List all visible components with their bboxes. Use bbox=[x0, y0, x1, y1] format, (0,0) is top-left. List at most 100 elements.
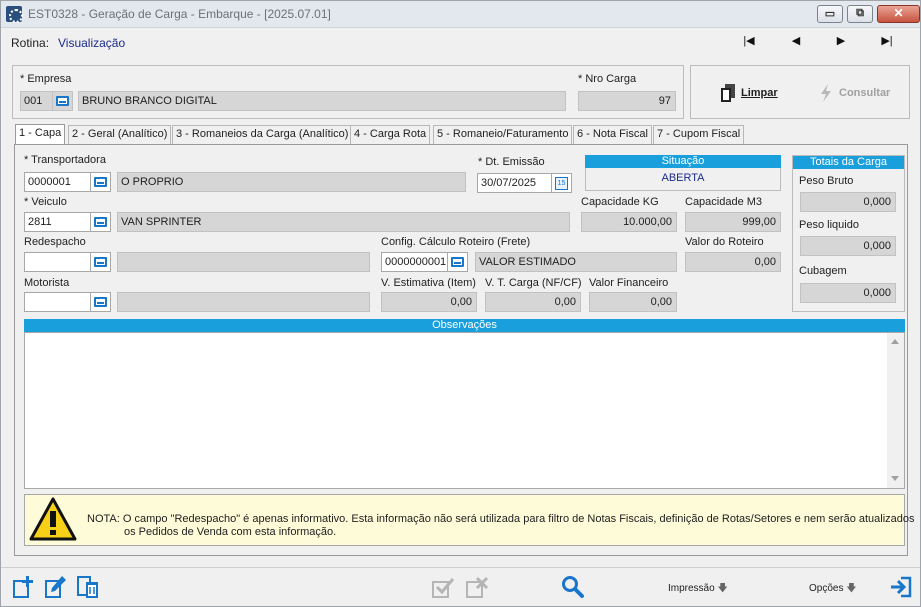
search-icon[interactable] bbox=[561, 575, 585, 599]
capacidade-m3-field: 999,00 bbox=[685, 212, 781, 232]
calendar-button[interactable]: 15 bbox=[552, 173, 572, 193]
cubagem-field: 0,000 bbox=[800, 283, 896, 303]
prev-icon: ◀ bbox=[791, 35, 801, 47]
redespacho-label: Redespacho bbox=[24, 236, 86, 248]
cancel-icon[interactable] bbox=[465, 575, 489, 599]
redespacho-code-field[interactable] bbox=[24, 252, 91, 272]
motorista-name-field bbox=[117, 292, 370, 312]
veiculo-lookup-button[interactable] bbox=[91, 212, 111, 232]
veiculo-code-field[interactable]: 2811 bbox=[24, 212, 91, 232]
observacoes-scrollbar[interactable] bbox=[887, 333, 904, 488]
config-calculo-name-field: VALOR ESTIMADO bbox=[475, 252, 677, 272]
motorista-code-field[interactable] bbox=[24, 292, 91, 312]
consultar-button[interactable]: Consultar bbox=[819, 83, 891, 103]
tab-geral-analitico[interactable]: 2 - Geral (Analítico) bbox=[68, 125, 172, 144]
veiculo-name-field: VAN SPRINTER bbox=[117, 212, 570, 232]
capacidade-kg-field: 10.000,00 bbox=[581, 212, 677, 232]
consultar-label: Consultar bbox=[839, 87, 891, 99]
capacidade-m3-label: Capacidade M3 bbox=[685, 196, 763, 208]
close-button[interactable]: ✕ bbox=[877, 5, 920, 23]
tab-romaneios-carga[interactable]: 3 - Romaneios da Carga (Analítico) bbox=[172, 125, 353, 144]
scroll-down-icon[interactable] bbox=[891, 476, 899, 481]
minimize-button[interactable]: ▭ bbox=[817, 5, 843, 23]
dt-emissao-label: * Dt. Emissão bbox=[478, 156, 545, 168]
situacao-value: ABERTA bbox=[585, 168, 781, 191]
last-record-button[interactable]: ▶| bbox=[877, 34, 897, 50]
veiculo-label: * Veiculo bbox=[24, 196, 67, 208]
toolbar-divider bbox=[1, 567, 920, 568]
main-window: EST0328 - Geração de Carga - Embarque - … bbox=[0, 0, 921, 607]
next-icon: ▶ bbox=[836, 35, 846, 47]
motorista-lookup-button[interactable] bbox=[91, 292, 111, 312]
confirm-icon[interactable] bbox=[431, 575, 455, 599]
folder-icon bbox=[451, 257, 464, 267]
tab-cupom-fiscal[interactable]: 7 - Cupom Fiscal bbox=[653, 125, 745, 144]
transportadora-name-field: O PROPRIO bbox=[117, 172, 466, 192]
dt-emissao-field[interactable]: 30/07/2025 bbox=[477, 173, 552, 193]
config-calculo-code-field[interactable]: 0000000001 bbox=[381, 252, 448, 272]
peso-liquido-field: 0,000 bbox=[800, 236, 896, 256]
folder-icon bbox=[94, 257, 107, 267]
valor-roteiro-field: 0,00 bbox=[685, 252, 781, 272]
opcoes-label: Opções bbox=[809, 583, 844, 594]
next-record-button[interactable]: ▶ bbox=[831, 34, 851, 50]
app-icon bbox=[6, 6, 23, 23]
tab-capa[interactable]: 1 - Capa bbox=[15, 124, 66, 144]
delete-icon[interactable] bbox=[75, 575, 99, 599]
transportadora-code-field[interactable]: 0000001 bbox=[24, 172, 91, 192]
config-calculo-label: Config. Cálculo Roteiro (Frete) bbox=[381, 236, 531, 248]
v-estimativa-label: V. Estimativa (Item) bbox=[381, 277, 476, 289]
opcoes-arrow-icon: 🡇 bbox=[846, 583, 857, 594]
restore-button[interactable]: ⧉ bbox=[847, 5, 873, 23]
folder-icon bbox=[94, 177, 107, 187]
situacao-header: Situação bbox=[585, 155, 781, 168]
nro-carga-label: * Nro Carga bbox=[578, 73, 637, 85]
scroll-up-icon[interactable] bbox=[891, 339, 899, 344]
folder-icon bbox=[56, 96, 69, 106]
exit-icon[interactable] bbox=[889, 575, 913, 599]
nro-carga-field[interactable]: 97 bbox=[578, 91, 676, 111]
peso-bruto-label: Peso Bruto bbox=[799, 175, 854, 187]
empresa-code-field[interactable]: 001 bbox=[20, 91, 53, 111]
tab-romaneio-faturamento[interactable]: 5 - Romaneio/Faturamento bbox=[433, 125, 573, 144]
edit-icon[interactable] bbox=[43, 575, 67, 599]
minimize-icon: ▭ bbox=[824, 8, 836, 20]
window-title: EST0328 - Geração de Carga - Embarque - … bbox=[28, 7, 331, 21]
calendar-icon: 15 bbox=[555, 177, 568, 190]
nota-box: NOTA: O campo "Redespacho" é apenas info… bbox=[24, 494, 915, 546]
impressao-menu[interactable]: Impressão 🡇 bbox=[668, 581, 728, 598]
title-bar[interactable]: EST0328 - Geração de Carga - Embarque - … bbox=[1, 1, 920, 28]
clear-icon bbox=[721, 84, 735, 102]
opcoes-menu[interactable]: Opções 🡇 bbox=[809, 581, 857, 598]
empresa-name-field: BRUNO BRANCO DIGITAL bbox=[78, 91, 566, 111]
add-icon[interactable] bbox=[11, 575, 35, 599]
empresa-lookup-button[interactable] bbox=[53, 91, 73, 111]
transportadora-lookup-button[interactable] bbox=[91, 172, 111, 192]
nota-line1: NOTA: O campo "Redespacho" é apenas info… bbox=[87, 513, 915, 525]
valor-roteiro-label: Valor do Roteiro bbox=[685, 236, 764, 248]
first-record-button[interactable]: |◀ bbox=[739, 34, 759, 50]
v-estimativa-field: 0,00 bbox=[381, 292, 477, 312]
rotina-value: Visualização bbox=[58, 36, 126, 50]
first-icon: |◀ bbox=[743, 35, 755, 47]
restore-icon: ⧉ bbox=[856, 7, 864, 19]
warning-icon bbox=[29, 497, 77, 541]
observacoes-textarea[interactable] bbox=[24, 332, 905, 489]
empresa-label: * Empresa bbox=[20, 73, 72, 85]
tab-nota-fiscal[interactable]: 6 - Nota Fiscal bbox=[573, 125, 652, 144]
impressao-label: Impressão bbox=[668, 583, 715, 594]
capacidade-kg-label: Capacidade KG bbox=[581, 196, 659, 208]
motorista-label: Motorista bbox=[24, 277, 70, 289]
prev-record-button[interactable]: ◀ bbox=[786, 34, 806, 50]
config-calculo-lookup-button[interactable] bbox=[448, 252, 468, 272]
redespacho-name-field bbox=[117, 252, 370, 272]
rotina-label: Rotina: bbox=[11, 36, 50, 50]
v-t-carga-label: V. T. Carga (NF/CF) bbox=[485, 277, 582, 289]
tab-carga-rota[interactable]: 4 - Carga Rota bbox=[350, 125, 431, 144]
valor-financeiro-field: 0,00 bbox=[589, 292, 677, 312]
limpar-button[interactable]: Limpar bbox=[721, 83, 781, 103]
peso-bruto-field: 0,000 bbox=[800, 192, 896, 212]
close-icon: ✕ bbox=[893, 6, 904, 20]
valor-financeiro-label: Valor Financeiro bbox=[589, 277, 669, 289]
redespacho-lookup-button[interactable] bbox=[91, 252, 111, 272]
